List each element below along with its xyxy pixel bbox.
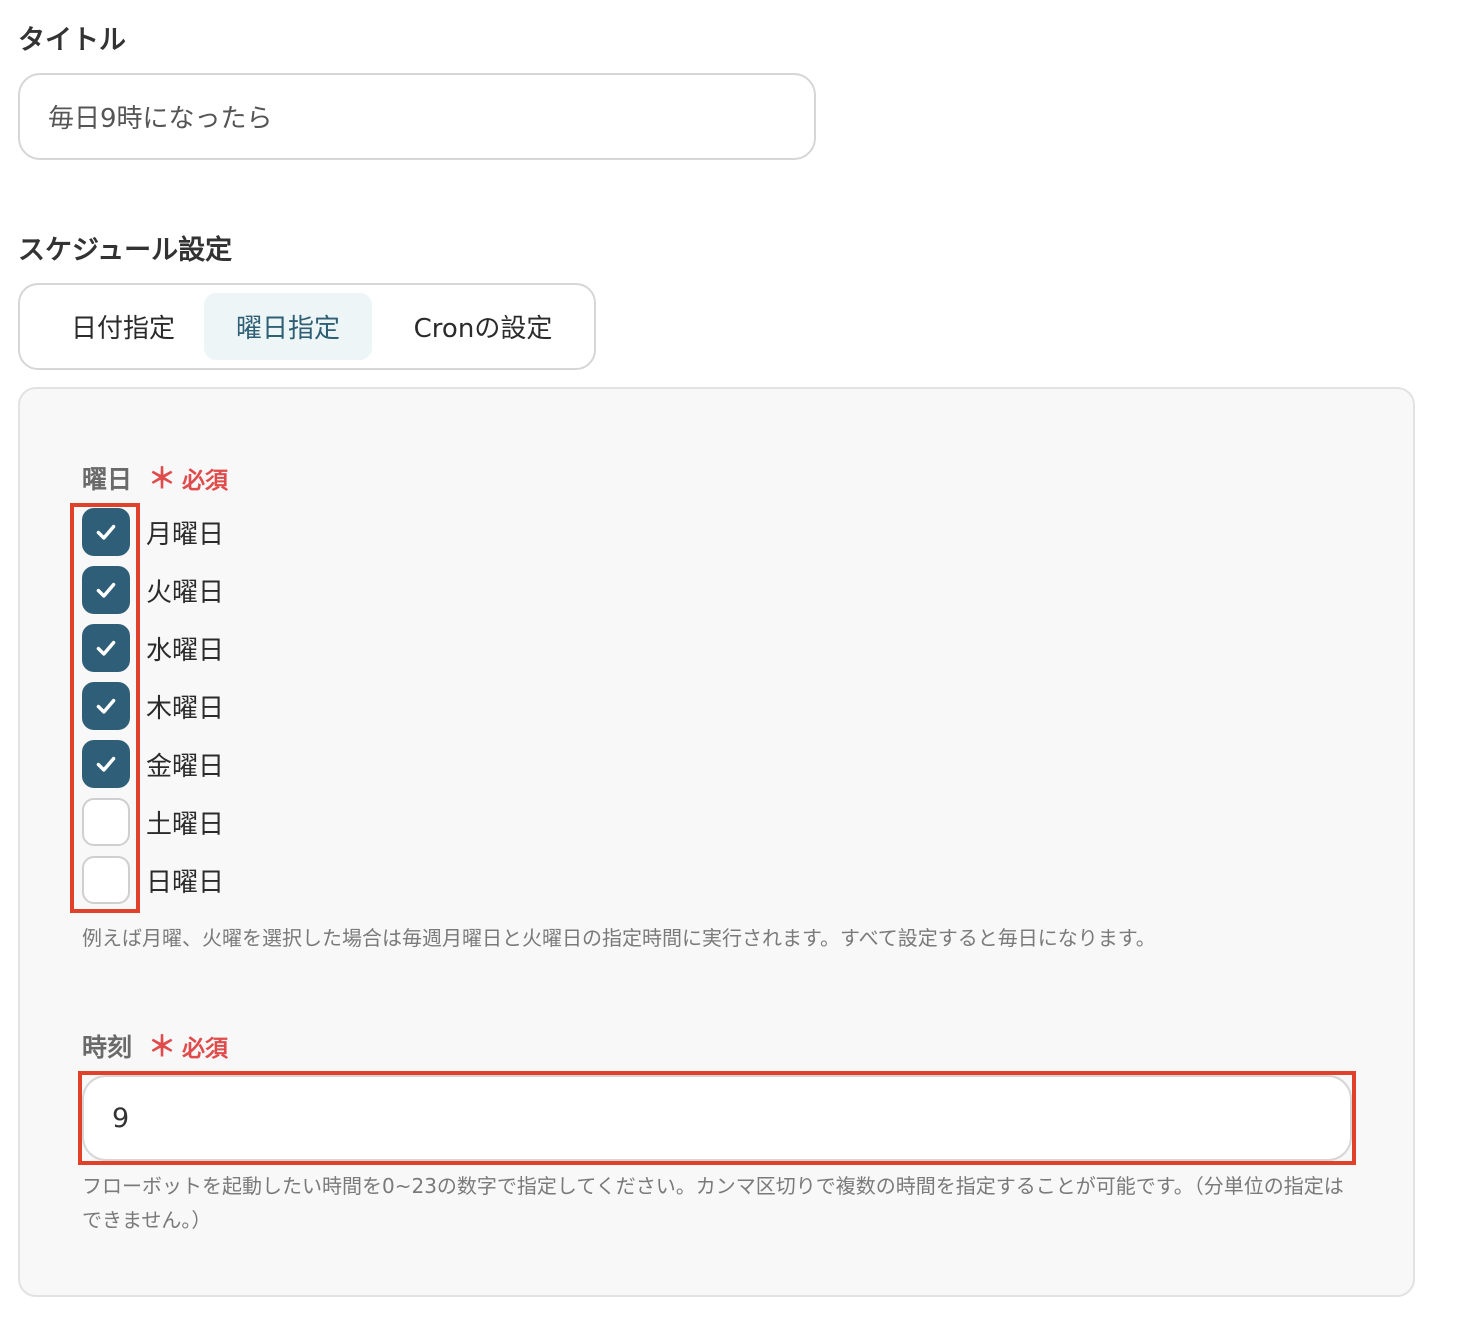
- friday-label: 金曜日: [146, 751, 225, 782]
- thursday-label: 木曜日: [146, 693, 225, 724]
- checkmark-icon: [96, 582, 116, 598]
- saturday-checkbox[interactable]: [82, 798, 130, 846]
- weekday-option-thursday[interactable]: 木曜日: [82, 681, 224, 731]
- saturday-label: 土曜日: [146, 809, 225, 840]
- monday-checkbox[interactable]: [82, 508, 130, 556]
- checkmark-icon: [96, 698, 116, 714]
- weekday-option-saturday[interactable]: 土曜日: [82, 797, 224, 847]
- sunday-label: 日曜日: [146, 867, 225, 898]
- monday-label: 月曜日: [146, 519, 225, 550]
- wednesday-checkbox[interactable]: [82, 624, 130, 672]
- weekday-option-wednesday[interactable]: 水曜日: [82, 623, 224, 673]
- weekday-help-text: 例えば月曜、火曜を選択した場合は毎週月曜日と火曜日の指定時間に実行されます。すべ…: [82, 926, 1156, 950]
- required-text: 必須: [182, 468, 229, 494]
- tuesday-checkbox[interactable]: [82, 566, 130, 614]
- time-label-text: 時刻: [82, 1033, 133, 1062]
- weekday-label-text: 曜日: [82, 465, 133, 494]
- required-badge: ＊ 必須: [148, 1025, 228, 1065]
- weekday-settings-panel: 曜日 ＊ 必須 月曜日 火曜日 水曜日 木曜日 金曜日 土曜日 日曜日 例えば月…: [18, 387, 1415, 1297]
- wednesday-label: 水曜日: [146, 635, 225, 666]
- time-input-highlight-box: [78, 1071, 1356, 1165]
- tab-date[interactable]: 日付指定: [42, 293, 204, 360]
- required-text: 必須: [182, 1036, 229, 1062]
- schedule-mode-tabs: 日付指定 曜日指定 Cronの設定: [18, 283, 596, 370]
- title-label: タイトル: [18, 25, 126, 56]
- tab-weekday[interactable]: 曜日指定: [204, 293, 372, 360]
- required-asterisk: ＊: [148, 1030, 177, 1063]
- checkmark-icon: [96, 756, 116, 772]
- title-input[interactable]: [18, 73, 816, 160]
- schedule-settings-label: スケジュール設定: [18, 235, 233, 266]
- checkmark-icon: [96, 524, 116, 540]
- required-asterisk: ＊: [148, 462, 177, 495]
- checkmark-icon: [96, 640, 116, 656]
- required-badge: ＊ 必須: [148, 457, 228, 497]
- weekday-option-friday[interactable]: 金曜日: [82, 739, 224, 789]
- tab-cron[interactable]: Cronの設定: [388, 293, 578, 360]
- schedule-trigger-form: タイトル スケジュール設定 日付指定 曜日指定 Cronの設定 曜日 ＊ 必須 …: [0, 0, 1474, 1326]
- weekday-field-label: 曜日 ＊ 必須: [82, 457, 228, 497]
- weekday-option-tuesday[interactable]: 火曜日: [82, 565, 224, 615]
- time-help-text: フローボットを起動したい時間を0~23の数字で指定してください。カンマ区切りで複…: [82, 1174, 1344, 1232]
- weekday-option-sunday[interactable]: 日曜日: [82, 855, 224, 905]
- thursday-checkbox[interactable]: [82, 682, 130, 730]
- weekday-option-monday[interactable]: 月曜日: [82, 507, 224, 557]
- time-field-label: 時刻 ＊ 必須: [82, 1025, 228, 1065]
- sunday-checkbox[interactable]: [82, 856, 130, 904]
- tuesday-label: 火曜日: [146, 577, 225, 608]
- friday-checkbox[interactable]: [82, 740, 130, 788]
